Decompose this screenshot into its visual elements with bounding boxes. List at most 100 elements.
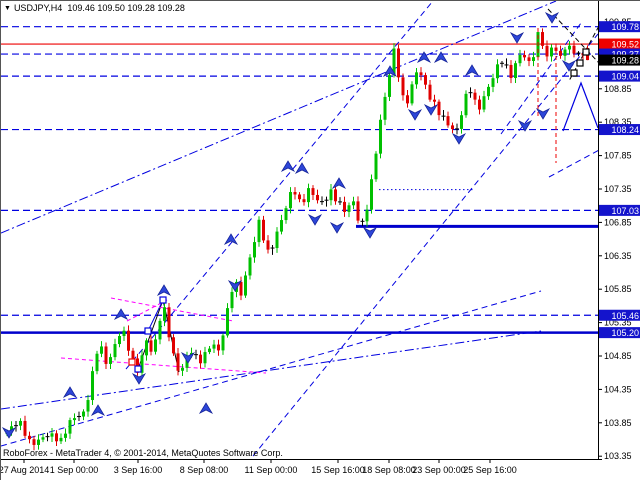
price-badge-label: 109.78 <box>611 22 639 32</box>
trendline[interactable] <box>549 149 601 177</box>
axes: 109.85109.35108.85108.35107.85107.35106.… <box>1 1 632 475</box>
candle-body <box>519 55 522 63</box>
trendline[interactable] <box>61 358 266 373</box>
candle-body <box>222 335 225 350</box>
trendline[interactable] <box>1 331 541 409</box>
fractal-down-arrow-icon <box>331 223 343 233</box>
candle-body <box>51 433 54 436</box>
fractal-up-arrow-icon <box>296 163 308 173</box>
square-marker[interactable] <box>160 297 166 303</box>
candle-body <box>213 345 216 349</box>
candle-body <box>438 102 441 115</box>
square-marker[interactable] <box>145 328 151 334</box>
candle-body <box>154 339 157 351</box>
symbol-dropdown-icon[interactable]: ▼ <box>4 5 11 12</box>
fractal-down-arrow-icon <box>453 134 465 144</box>
candle-body <box>384 97 387 120</box>
fractal-up-arrow-icon <box>115 309 127 319</box>
candle-body <box>465 94 468 115</box>
candle-body <box>159 321 162 340</box>
candle-body <box>163 307 166 321</box>
candle-body <box>231 292 234 308</box>
candle-body <box>388 75 391 97</box>
candlestick-series <box>6 28 590 450</box>
candle-body <box>424 75 427 85</box>
y-tick-label: 106.35 <box>604 251 632 261</box>
horizontal-levels <box>1 27 598 333</box>
price-badge-label: 107.03 <box>611 206 639 216</box>
fractal-down-arrow-icon <box>3 428 15 438</box>
candle-body <box>42 437 45 439</box>
candle-body <box>483 96 486 109</box>
fractal-down-arrow-icon <box>364 228 376 238</box>
trendline[interactable] <box>126 1 433 369</box>
candle-body <box>217 345 220 351</box>
candle-body <box>262 220 265 241</box>
price-badge-label: 109.52 <box>611 40 639 50</box>
trendline[interactable] <box>111 298 233 321</box>
candle-body <box>114 344 117 357</box>
square-marker[interactable] <box>583 49 589 55</box>
candle-body <box>240 282 243 296</box>
x-tick-label: 1 Sep 00:00 <box>50 465 99 475</box>
candle-body <box>343 202 346 212</box>
square-marker[interactable] <box>571 70 577 76</box>
y-tick-label: 107.85 <box>604 151 632 161</box>
candle-body <box>19 421 22 426</box>
candle-body <box>303 199 306 202</box>
candle-body <box>334 189 337 201</box>
candle-body <box>420 72 423 75</box>
price-badge-label: 105.20 <box>611 328 639 338</box>
fractal-up-arrow-icon <box>466 65 478 75</box>
candle-body <box>123 331 126 336</box>
candle-body <box>285 208 288 220</box>
fractal-up-arrow-icon <box>282 161 294 171</box>
candle-body <box>460 115 463 129</box>
pennant-triangle[interactable] <box>563 83 598 131</box>
candle-body <box>280 220 283 232</box>
trendline[interactable] <box>1 1 556 233</box>
candle-body <box>550 48 553 57</box>
candle-body <box>447 116 450 125</box>
chart-title-bar: ▼USDJPY,H4 109.46 109.50 109.28 109.28 <box>4 3 185 13</box>
candle-body <box>132 351 135 359</box>
candle-body <box>478 100 481 110</box>
candle-body <box>379 120 382 154</box>
candle-body <box>82 412 85 417</box>
candle-body <box>510 65 513 78</box>
x-tick-label: 27 Aug 2014 <box>1 465 49 475</box>
trendline[interactable] <box>1 291 541 446</box>
fractal-up-arrow-icon <box>64 387 76 397</box>
candle-body <box>474 93 477 100</box>
candle-body <box>307 188 310 202</box>
fractal-up-arrow-icon <box>92 405 104 415</box>
trendline[interactable] <box>253 34 598 456</box>
candle-body <box>294 192 297 194</box>
candlestick-chart[interactable]: 109.85109.35108.85108.35107.85107.35106.… <box>1 1 640 480</box>
symbol-timeframe-label: USDJPY,H4 <box>14 3 62 13</box>
candle-body <box>397 48 400 77</box>
candle-body <box>559 51 562 56</box>
candle-body <box>402 77 405 95</box>
candle-body <box>33 439 36 445</box>
candle-body <box>352 201 355 205</box>
candle-body <box>330 189 333 200</box>
candle-body <box>528 57 531 61</box>
candle-body <box>244 275 247 295</box>
candle-body <box>316 195 319 200</box>
y-tick-label: 108.85 <box>604 84 632 94</box>
square-marker[interactable] <box>135 366 141 372</box>
y-tick-label: 106.85 <box>604 217 632 227</box>
candle-body <box>523 55 526 57</box>
candle-body <box>564 49 567 55</box>
candle-body <box>411 84 414 103</box>
fractal-down-arrow-icon <box>409 110 421 120</box>
candle-body <box>28 436 31 439</box>
fractal-down-arrow-icon <box>537 109 549 119</box>
square-marker[interactable] <box>577 60 583 66</box>
candle-body <box>69 420 72 434</box>
square-marker[interactable] <box>129 359 135 365</box>
candle-body <box>492 78 495 87</box>
candle-body <box>532 57 535 61</box>
fractal-up-arrow-icon <box>333 178 345 188</box>
